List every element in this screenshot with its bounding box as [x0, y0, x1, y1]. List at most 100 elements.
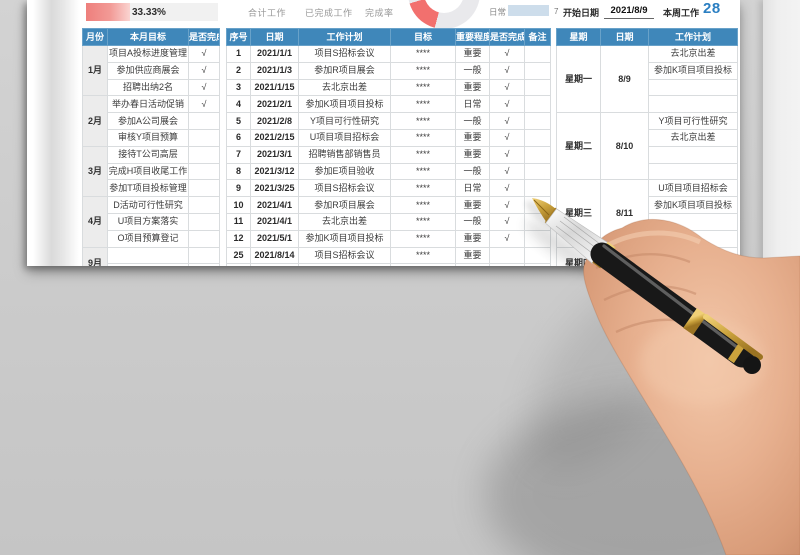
done-check-cell: √	[489, 78, 525, 97]
importance-cell: 一般	[455, 263, 490, 266]
progress-percent-label: 33.33%	[132, 7, 166, 18]
table-header-row: 星期 日期 工作计划	[556, 28, 738, 46]
plan-table-row: 6 2021/2/15 U项目项目招标会 **** 重要 √	[226, 128, 551, 147]
date-cell: 2021/2/8	[250, 112, 299, 130]
plan-table-row: 5 2021/2/8 Y项目可行性研究 **** 一般 √	[226, 112, 551, 130]
month-cell: 1月	[82, 44, 108, 97]
index-cell: 7	[226, 145, 251, 164]
week-plan-cell: 参加K项目项目投标	[648, 61, 738, 80]
importance-cell: 一般	[455, 212, 490, 231]
hand-shadow	[485, 395, 800, 555]
week-plan-cell	[648, 229, 738, 248]
done-check-cell: √	[489, 212, 525, 231]
done-check-cell	[188, 212, 220, 231]
completion-progress-bar: 33.33%	[86, 3, 218, 21]
plan-table-row: 12 2021/5/1 参加K项目项目投标 **** 重要 √	[226, 229, 551, 248]
week-plan-cell	[648, 78, 738, 97]
plan-table-row: 11 2021/4/1 去北京出差 **** 一般 √	[226, 212, 551, 231]
target-cell: ****	[390, 229, 456, 248]
target-cell: ****	[390, 112, 456, 130]
weekday-cell: 星期三	[556, 179, 601, 248]
daily-category-label: 日常	[489, 7, 507, 17]
week-work-count: 28	[703, 0, 721, 17]
plan-table-row: 1 2021/1/1 项目S招标会议 **** 重要 √	[226, 45, 551, 63]
done-check-cell: √	[489, 196, 525, 214]
goal-cell: 项目A投标进度管理	[107, 45, 189, 63]
plan-cell: 去北京出差	[298, 78, 391, 97]
daily-mini-bar	[508, 5, 549, 16]
done-check-cell	[188, 263, 220, 266]
plan-table-row: 7 2021/3/1 招聘销售部销售员 **** 重要 √	[226, 145, 551, 164]
pen-cap-gold-band	[683, 308, 707, 335]
index-cell: 8	[226, 162, 251, 181]
goal-cell	[107, 246, 189, 265]
index-cell: 12	[226, 229, 251, 248]
plan-cell: 项目S招标会议	[298, 246, 391, 265]
done-check-cell	[188, 229, 220, 248]
pen-end-gold-ring	[727, 340, 747, 364]
plan-cell: 参加K项目项目投标	[298, 95, 391, 114]
date-cell: 2021/1/3	[250, 61, 299, 80]
week-plan-cell	[648, 95, 738, 114]
week-plan-cell: 参加K项目项目投标	[648, 196, 738, 214]
week-table-row: 星期三 8/11 U项目项目招标会	[556, 179, 738, 248]
date-cell: 2021/2/1	[250, 95, 299, 114]
date-cell: 2021/4/1	[250, 212, 299, 231]
month-cell: 2月	[82, 95, 108, 147]
plan-cell: U项目项目招标会	[298, 128, 391, 147]
date-cell: 2021/8/14	[250, 246, 299, 265]
index-cell: 3	[226, 78, 251, 97]
plan-cell: 招聘销售部销售员	[298, 145, 391, 164]
goal-cell: 接待T公司高层	[107, 145, 189, 164]
target-cell: ****	[390, 196, 456, 214]
importance-cell: 重要	[455, 246, 490, 265]
remark-cell	[524, 61, 551, 80]
col-header-weekday: 星期	[556, 28, 601, 46]
done-check-cell	[188, 128, 220, 147]
completion-donut-chart	[408, 0, 480, 29]
week-plan-cell	[648, 162, 738, 181]
target-cell: ****	[390, 145, 456, 164]
plan-cell: 参加K项目项目投标	[298, 229, 391, 248]
goal-cell: 参加T项目投标管理	[107, 179, 189, 198]
week-date-cell	[600, 246, 649, 266]
col-header-remark: 备注	[524, 28, 551, 46]
done-check-cell: √	[188, 78, 220, 97]
week-date-cell: 8/9	[600, 44, 649, 114]
remark-cell	[524, 179, 551, 198]
template-preview-stage: 33.33% 合计工作 已完成工作 完成率 日常 7 开始日期 2021/8/9…	[0, 0, 800, 555]
importance-cell: 重要	[455, 229, 490, 248]
remark-cell	[524, 246, 551, 265]
goal-cell: 举办春日活动促销	[107, 95, 189, 114]
background-sheet-edge	[763, 0, 800, 272]
remark-cell	[524, 78, 551, 97]
plan-table-row: 2 2021/1/3 参加R项目展会 **** 一般 √	[226, 61, 551, 80]
target-cell: ****	[390, 45, 456, 63]
monthly-table-row: 4月 D活动可行性研究	[82, 196, 220, 248]
week-plan-cell	[648, 212, 738, 231]
done-check-cell: √	[489, 95, 525, 114]
remark-cell	[524, 145, 551, 164]
paper-curl-shading	[33, 0, 79, 266]
goal-cell: U项目方案落实	[107, 212, 189, 231]
week-plan-cell: 去北京出差	[648, 128, 738, 147]
importance-cell: 一般	[455, 162, 490, 181]
target-cell: ****	[390, 246, 456, 265]
pen-barrel	[590, 242, 754, 368]
index-cell: 25	[226, 246, 251, 265]
target-cell: ****	[390, 179, 456, 198]
table-header-row: 序号 日期 工作计划 目标 重要程度 是否完成 备注	[226, 28, 551, 46]
done-check-cell: √	[188, 61, 220, 80]
importance-cell: 一般	[455, 112, 490, 130]
done-check-cell	[188, 246, 220, 265]
index-cell: 11	[226, 212, 251, 231]
plan-cell: 参加R项目展会	[298, 61, 391, 80]
plan-table-row: 4 2021/2/1 参加K项目项目投标 **** 日常 √	[226, 95, 551, 114]
month-cell: 3月	[82, 145, 108, 198]
hand-back-highlight	[640, 320, 764, 404]
start-date-value: 2021/8/9	[604, 5, 654, 19]
remark-cell	[524, 112, 551, 130]
target-cell: ****	[390, 162, 456, 181]
col-header-date: 日期	[250, 28, 299, 46]
index-cell: 9	[226, 179, 251, 198]
